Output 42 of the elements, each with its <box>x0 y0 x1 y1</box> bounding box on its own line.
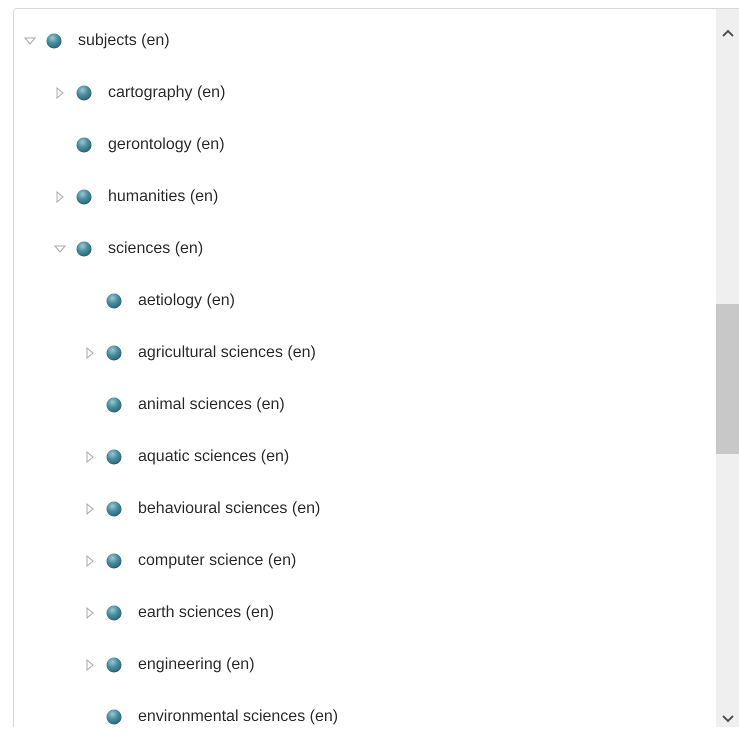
sphere-icon <box>76 189 92 205</box>
sphere-icon <box>46 33 62 49</box>
tree-item-label[interactable]: aquatic sciences (en) <box>138 448 290 466</box>
collapsed-triangle-icon[interactable] <box>84 347 96 359</box>
sphere-icon <box>76 241 92 257</box>
sphere-icon <box>76 85 92 101</box>
tree-item-label[interactable]: agricultural sciences (en) <box>138 344 316 362</box>
sphere-icon <box>76 137 92 153</box>
scroll-up-icon[interactable] <box>722 29 734 37</box>
sphere-icon <box>106 709 122 725</box>
collapsed-triangle-icon[interactable] <box>84 607 96 619</box>
collapsed-triangle-icon[interactable] <box>84 451 96 463</box>
tree-item-label[interactable]: sciences (en) <box>108 240 204 258</box>
tree-item-label[interactable]: engineering (en) <box>138 656 255 674</box>
collapsed-triangle-icon[interactable] <box>84 659 96 671</box>
sphere-icon <box>106 657 122 673</box>
scrollbar[interactable] <box>716 9 739 727</box>
collapsed-triangle-icon[interactable] <box>54 191 66 203</box>
collapsed-triangle-icon[interactable] <box>84 503 96 515</box>
tree-item-label[interactable]: humanities (en) <box>108 188 218 206</box>
collapsed-triangle-icon[interactable] <box>54 87 66 99</box>
tree-item-label[interactable]: subjects (en) <box>78 32 170 50</box>
sphere-icon <box>106 449 122 465</box>
tree-item-label[interactable]: earth sciences (en) <box>138 604 274 622</box>
expanded-triangle-icon[interactable] <box>54 243 66 255</box>
scroll-down-icon[interactable] <box>722 715 734 723</box>
sphere-icon <box>106 605 122 621</box>
tree-item-label[interactable]: gerontology (en) <box>108 136 225 154</box>
tree-item-label[interactable]: behavioural sciences (en) <box>138 500 320 518</box>
sphere-icon <box>106 345 122 361</box>
sphere-icon <box>106 553 122 569</box>
sphere-icon <box>106 293 122 309</box>
scroll-thumb[interactable] <box>716 304 739 454</box>
collapsed-triangle-icon[interactable] <box>84 555 96 567</box>
tree-item-label[interactable]: cartography (en) <box>108 84 226 102</box>
tree-item-label[interactable]: computer science (en) <box>138 552 296 570</box>
sphere-icon <box>106 397 122 413</box>
expanded-triangle-icon[interactable] <box>24 35 36 47</box>
tree-item-label[interactable]: aetiology (en) <box>138 292 235 310</box>
sphere-icon <box>106 501 122 517</box>
tree-item-label[interactable]: environmental sciences (en) <box>138 708 338 726</box>
tree-item-label[interactable]: animal sciences (en) <box>138 396 285 414</box>
